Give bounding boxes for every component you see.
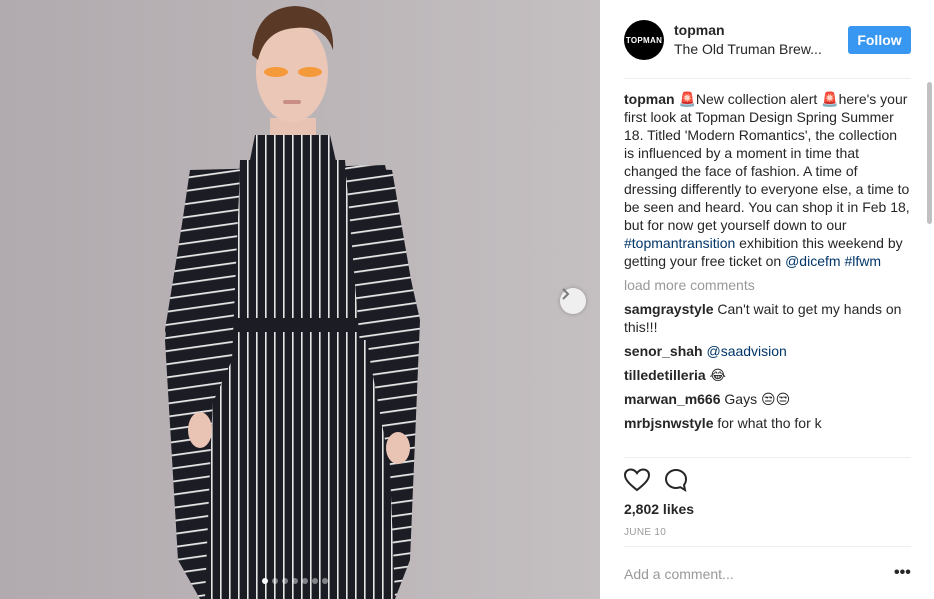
comment-item: samgraystyle Can't wait to get my hands …	[624, 300, 911, 336]
chevron-right-icon	[562, 288, 570, 300]
carousel-dot	[322, 578, 328, 584]
comment-username[interactable]: tilledetilleria	[624, 367, 706, 383]
carousel-dot	[282, 578, 288, 584]
post-header: TOPMAN topman The Old Truman Brew... Fol…	[624, 18, 911, 62]
comment-text: Gays 😒😒	[720, 391, 791, 407]
comment-username[interactable]: senor_shah	[624, 343, 703, 359]
carousel-indicator	[262, 578, 328, 584]
comment-icon[interactable]	[664, 468, 688, 492]
header-username[interactable]: topman	[674, 22, 725, 38]
hashtag-link[interactable]: #topmantransition	[624, 235, 735, 251]
comment-item: mrbjsnwstyle for what tho for k	[624, 414, 911, 432]
avatar-text: TOPMAN	[625, 35, 663, 45]
caption-username[interactable]: topman	[624, 91, 675, 107]
caption: topman 🚨New collection alert 🚨here's you…	[624, 90, 911, 270]
post-date: JUNE 10	[624, 527, 667, 538]
comment-text: 😂	[705, 367, 726, 383]
comment-item: senor_shah @saadvision	[624, 342, 911, 360]
carousel-dot	[312, 578, 318, 584]
caption-text: 🚨New collection alert 🚨here's your first…	[624, 91, 910, 233]
likes-count[interactable]: 2,802 likes	[624, 501, 694, 517]
comment-text: for what tho for k	[713, 415, 822, 431]
location-link[interactable]: The Old Truman Brew...	[674, 41, 834, 57]
mention-link[interactable]: @dicefm	[785, 253, 840, 269]
mention-link[interactable]: @saadvision	[706, 343, 786, 359]
carousel-dot	[292, 578, 298, 584]
divider	[624, 546, 911, 547]
carousel-dot	[272, 578, 278, 584]
avatar[interactable]: TOPMAN	[624, 20, 664, 60]
post-actions	[624, 468, 688, 494]
comments-list[interactable]: topman 🚨New collection alert 🚨here's you…	[624, 90, 911, 456]
comment-item: marwan_m666 Gays 😒😒	[624, 390, 911, 408]
post-sidebar: TOPMAN topman The Old Truman Brew... Fol…	[600, 0, 934, 599]
comment-username[interactable]: mrbjsnwstyle	[624, 415, 713, 431]
post-image[interactable]	[0, 0, 600, 599]
follow-button[interactable]: Follow	[848, 26, 911, 54]
more-icon[interactable]: •••	[894, 564, 911, 582]
model-photo	[0, 0, 600, 599]
comment-username[interactable]: samgraystyle	[624, 301, 714, 317]
divider	[624, 78, 911, 79]
carousel-dot	[302, 578, 308, 584]
add-comment-input[interactable]: Add a comment...	[624, 566, 734, 582]
carousel-next-button[interactable]	[560, 288, 586, 314]
carousel-dot	[262, 578, 268, 584]
divider	[624, 457, 911, 458]
comment-item: tilledetilleria 😂	[624, 366, 911, 384]
hashtag-link[interactable]: #lfwm	[844, 253, 881, 269]
comment-username[interactable]: marwan_m666	[624, 391, 721, 407]
load-more-comments[interactable]: load more comments	[624, 276, 911, 294]
heart-icon[interactable]	[624, 468, 650, 492]
comments-scrollbar[interactable]	[927, 82, 932, 224]
